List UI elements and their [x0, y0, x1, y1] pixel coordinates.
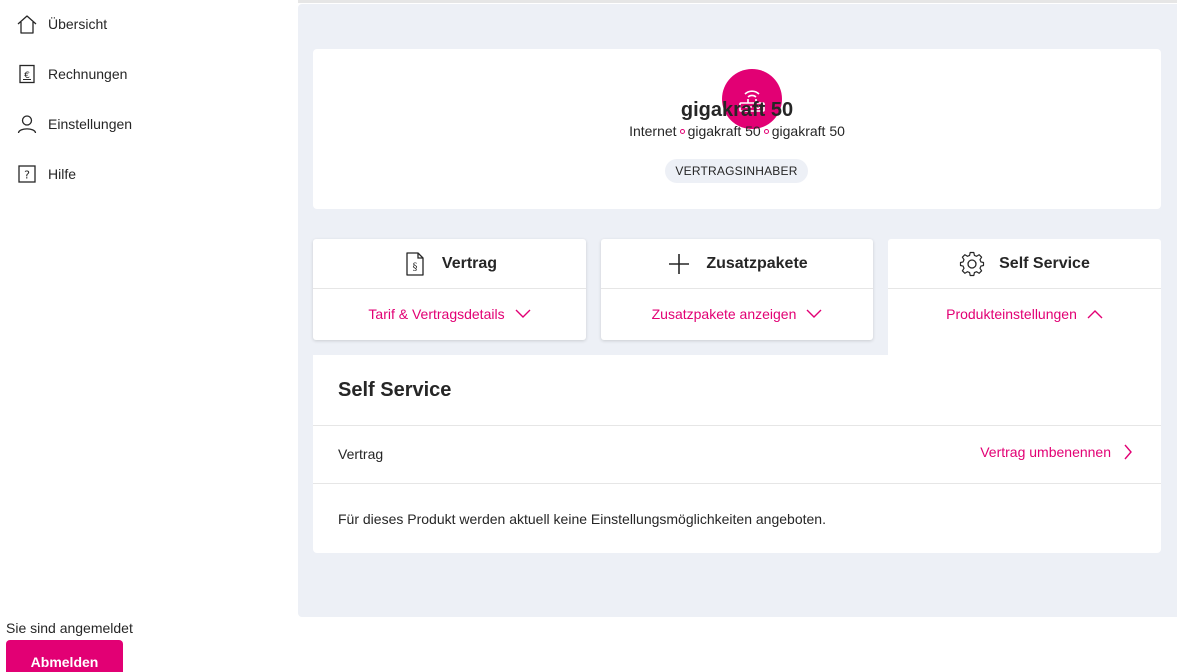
rename-contract-link[interactable]: Vertrag umbenennen [980, 444, 1133, 460]
logout-button[interactable]: Abmelden [6, 640, 123, 672]
tile-link-label: Produkteinstellungen [946, 306, 1077, 322]
tile-header: Zusatzpakete [601, 239, 873, 289]
product-card: gigakraft 50 Internet gigakraft 50 gigak… [313, 49, 1161, 209]
login-status: Sie sind angemeldet [6, 620, 133, 636]
self-service-title: Self Service [338, 379, 452, 401]
rename-contract-label: Vertrag umbenennen [980, 444, 1111, 460]
product-title: gigakraft 50 [680, 99, 794, 121]
zusatzpakete-toggle[interactable]: Zusatzpakete anzeigen [601, 289, 873, 339]
produkteinstellungen-toggle[interactable]: Produkteinstellungen [888, 289, 1161, 339]
home-icon [16, 13, 38, 35]
sidebar-item-einstellungen[interactable]: Einstellungen [16, 112, 132, 136]
sidebar-item-rechnungen[interactable]: € Rechnungen [16, 62, 127, 86]
svg-text:§: § [412, 262, 417, 273]
tile-title: Zusatzpakete [706, 254, 808, 272]
no-settings-note: Für dieses Produkt werden aktuell keine … [338, 511, 826, 527]
chevron-up-icon [1087, 309, 1103, 319]
user-icon [16, 113, 38, 135]
tile-zusatzpakete: Zusatzpakete Zusatzpakete anzeigen [601, 239, 873, 340]
sidebar: Übersicht € Rechnungen Einstellungen ? H… [0, 0, 298, 672]
sidebar-item-label: Einstellungen [48, 116, 133, 132]
sidebar-item-uebersicht[interactable]: Übersicht [16, 12, 107, 36]
separator-dot-icon [679, 128, 685, 134]
tile-title: Vertrag [441, 254, 498, 272]
tile-self-service: Self Service Produkteinstellungen [888, 239, 1161, 355]
main-panel: gigakraft 50 Internet gigakraft 50 gigak… [298, 4, 1177, 617]
product-name: gigakraft 50 [771, 123, 845, 139]
chevron-down-icon [806, 309, 822, 319]
tile-header: Self Service [888, 239, 1161, 289]
tile-vertrag: § Vertrag Tarif & Vertragsdetails [313, 239, 586, 340]
contract-icon: § [402, 251, 428, 277]
product-subtitle: Internet gigakraft 50 gigakraft 50 [313, 123, 1161, 139]
tile-link-label: Tarif & Vertragsdetails [368, 306, 505, 322]
sidebar-item-label: Rechnungen [48, 66, 128, 82]
logout-button-label: Abmelden [30, 654, 99, 670]
tile-title: Self Service [999, 254, 1090, 272]
sidebar-item-hilfe[interactable]: ? Hilfe [16, 162, 76, 186]
contract-row-label: Vertrag [338, 446, 384, 462]
tile-link-label: Zusatzpakete anzeigen [651, 306, 797, 322]
tile-header: § Vertrag [313, 239, 586, 289]
help-icon: ? [16, 163, 38, 185]
role-badge: VERTRAGSINHABER [665, 159, 808, 183]
tarif-details-toggle[interactable]: Tarif & Vertragsdetails [313, 289, 586, 339]
product-type: Internet [629, 123, 677, 139]
svg-text:?: ? [24, 169, 30, 182]
sidebar-item-label: Übersicht [48, 16, 108, 32]
gear-icon [959, 251, 985, 277]
divider [313, 483, 1161, 484]
separator-dot-icon [763, 128, 769, 134]
product-tariff: gigakraft 50 [687, 123, 761, 139]
divider [313, 425, 1161, 426]
self-service-panel: Self Service Vertrag Vertrag umbenennen … [313, 355, 1161, 553]
chevron-right-icon [1123, 444, 1133, 460]
chevron-down-icon [515, 309, 531, 319]
invoice-icon: € [16, 63, 38, 85]
sidebar-item-label: Hilfe [48, 166, 77, 182]
plus-icon [666, 251, 692, 277]
